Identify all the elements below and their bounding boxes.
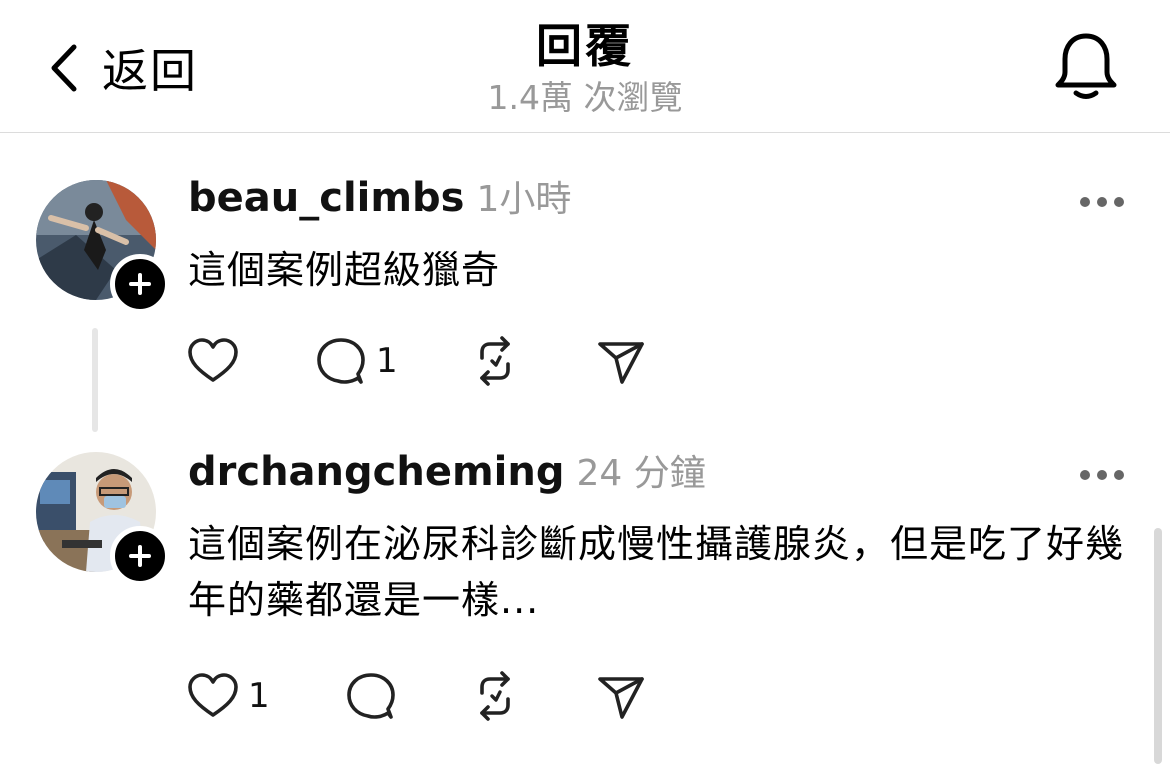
reply-button[interactable]	[344, 668, 406, 724]
page-title: 回覆	[536, 19, 634, 73]
post-text: 這個案例超級獵奇	[188, 248, 501, 292]
action-bar: 1	[186, 668, 786, 724]
reply-count: 1	[376, 341, 398, 381]
dot	[1080, 197, 1090, 207]
heart-icon	[188, 338, 238, 382]
comment-bubble-icon	[317, 338, 365, 384]
follow-plus-button[interactable]	[110, 526, 170, 586]
share-button[interactable]	[594, 668, 648, 724]
post-time: 24 分鐘	[576, 453, 706, 494]
scrollbar[interactable]	[1154, 528, 1162, 764]
bell-icon[interactable]	[1050, 28, 1122, 104]
username[interactable]: drchangcheming	[188, 449, 564, 495]
repost-button[interactable]	[468, 333, 522, 389]
avatar-container	[36, 452, 170, 586]
thread-line	[92, 328, 98, 432]
share-button[interactable]	[594, 333, 648, 389]
username[interactable]: beau_climbs	[188, 175, 464, 221]
reply-button[interactable]: 1	[314, 333, 398, 389]
like-count: 1	[248, 676, 270, 716]
post-time: 1小時	[476, 179, 572, 220]
repost-button[interactable]	[468, 668, 522, 724]
repost-icon	[480, 671, 510, 721]
repost-icon	[480, 336, 510, 386]
view-count: 1.4萬 次瀏覽	[487, 78, 683, 117]
send-icon	[598, 677, 644, 719]
post-meta: beau_climbs 1小時	[188, 170, 571, 230]
dot	[1114, 470, 1124, 480]
send-icon	[598, 342, 644, 384]
like-button[interactable]	[186, 333, 248, 389]
follow-plus-button[interactable]	[110, 254, 170, 314]
like-button[interactable]: 1	[186, 668, 270, 724]
action-bar: 1	[186, 333, 786, 389]
dot	[1080, 470, 1090, 480]
heart-icon	[188, 673, 238, 717]
comment-bubble-icon	[347, 673, 395, 719]
dot	[1097, 470, 1107, 480]
dot	[1097, 197, 1107, 207]
avatar-container	[36, 180, 170, 314]
post-text: 這個案例在泌尿科診斷成慢性攝護腺炎，但是吃了好幾年的藥都還是一樣...	[188, 522, 1125, 622]
title-block: 回覆 1.4萬 次瀏覽	[0, 16, 1170, 120]
more-options-button[interactable]	[1080, 468, 1124, 482]
more-options-button[interactable]	[1080, 195, 1124, 209]
dot	[1114, 197, 1124, 207]
post-meta: drchangcheming 24 分鐘	[188, 444, 706, 504]
top-bar: 返回 回覆 1.4萬 次瀏覽	[0, 0, 1170, 133]
